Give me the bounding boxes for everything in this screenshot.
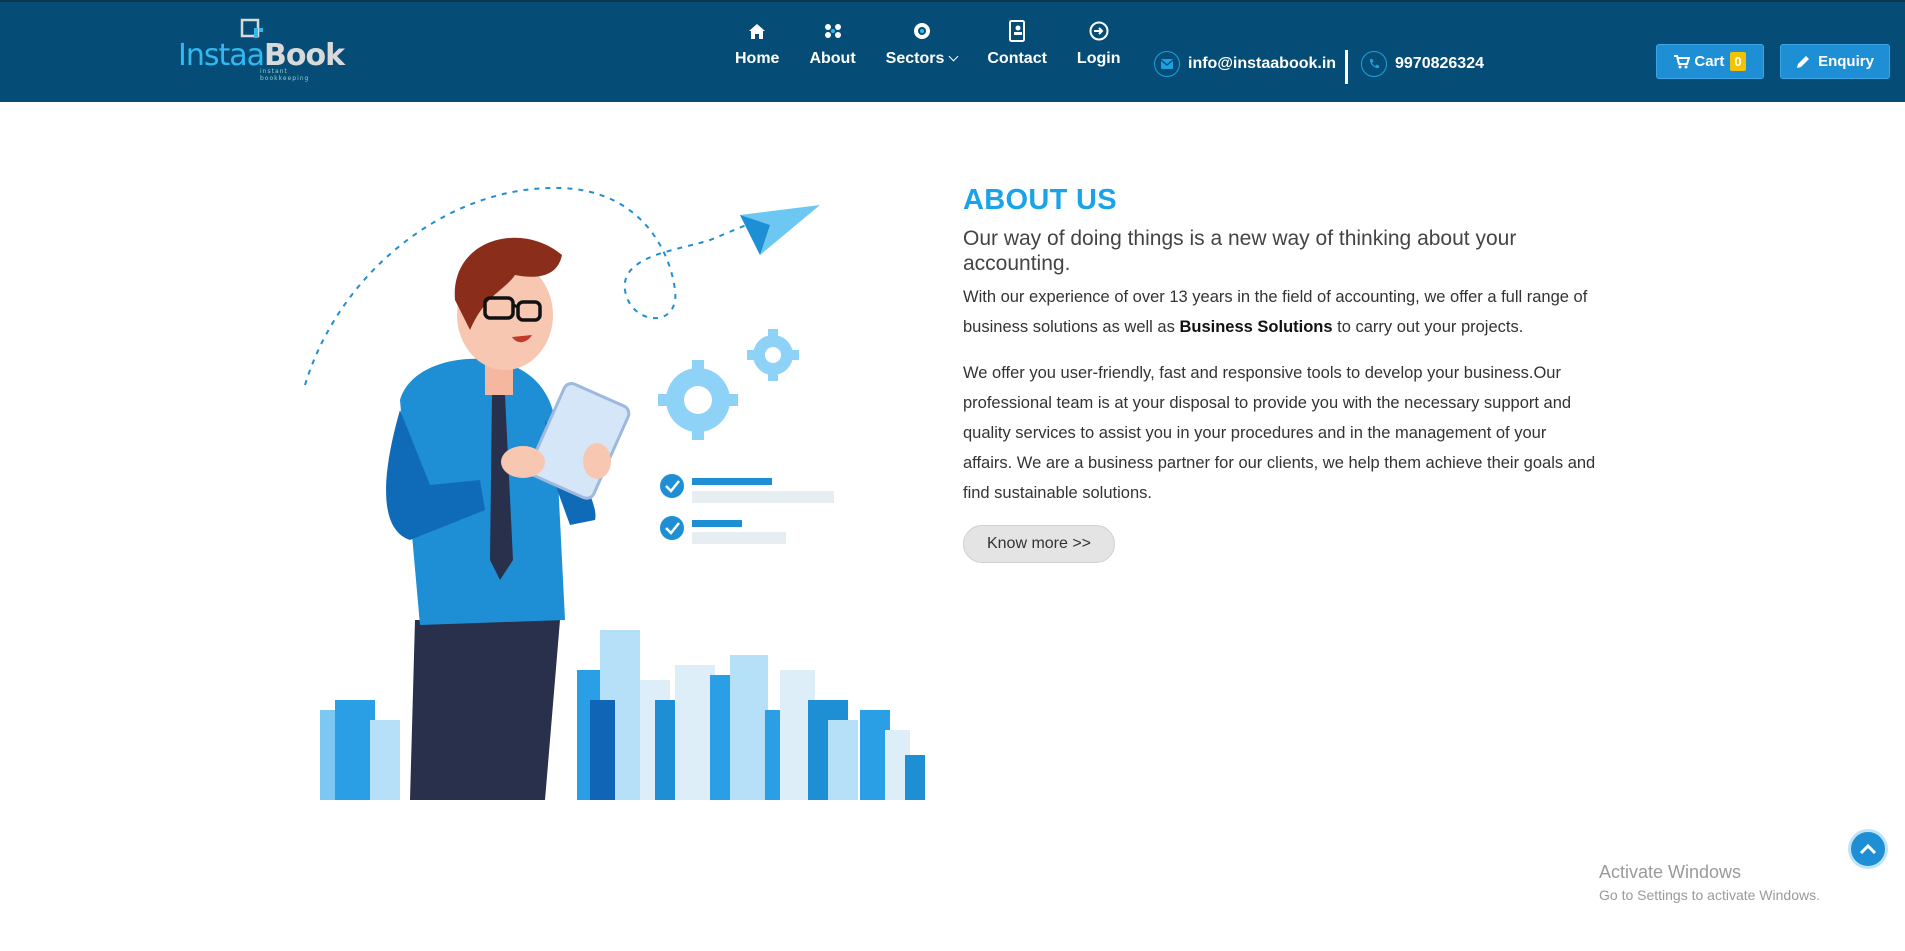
small-gear-icon xyxy=(747,329,799,381)
nav-login-label: Login xyxy=(1076,50,1121,67)
nav-sectors-label: Sectors xyxy=(885,50,945,67)
nav-contact[interactable]: Contact xyxy=(987,20,1047,68)
logo-tagline: instant bookkeeping xyxy=(260,68,310,82)
nav-sectors-label-wrap: Sectors xyxy=(885,50,959,68)
chevron-up-icon xyxy=(1859,843,1877,855)
about-illustration xyxy=(304,186,925,800)
about-paragraph-2: We offer you user-friendly, fast and res… xyxy=(963,364,1596,502)
site-header: InstaaBook instant bookkeeping Home Abou… xyxy=(0,0,1905,102)
email-text: info@instaabook.in xyxy=(1188,55,1337,72)
watermark-title: Activate Windows xyxy=(1599,862,1742,882)
login-icon xyxy=(1088,20,1110,42)
site-logo[interactable]: InstaaBook instant bookkeeping xyxy=(178,18,345,82)
people-icon xyxy=(822,20,844,42)
home-icon xyxy=(746,20,768,42)
about-title: ABOUT US xyxy=(963,184,1117,216)
about-subtitle: Our way of doing things is a new way of … xyxy=(963,227,1517,275)
nav-home[interactable]: Home xyxy=(735,20,779,68)
sectors-icon xyxy=(911,20,933,42)
phone-icon xyxy=(1361,51,1387,77)
nav-sectors[interactable]: Sectors xyxy=(885,20,959,68)
envelope-icon xyxy=(1154,51,1180,77)
nav-login[interactable]: Login xyxy=(1076,20,1121,68)
phone-contact[interactable]: 9970826324 xyxy=(1361,51,1484,77)
cart-count-badge: 0 xyxy=(1730,52,1746,71)
email-contact[interactable]: info@instaabook.in xyxy=(1154,51,1336,77)
enquiry-button[interactable]: Enquiry xyxy=(1780,44,1890,79)
cart-label: Cart xyxy=(1694,53,1725,70)
nav-about-label: About xyxy=(809,50,856,67)
contact-book-icon xyxy=(1006,20,1028,42)
contact-divider xyxy=(1345,50,1348,84)
cart-icon xyxy=(1674,54,1691,68)
know-more-button[interactable]: Know more >> xyxy=(963,525,1115,563)
main-nav: Home About Sectors Contact Login xyxy=(735,20,1150,68)
pencil-icon xyxy=(1797,55,1810,68)
windows-activation-watermark: Activate Windows Go to Settings to activ… xyxy=(1599,862,1820,903)
nav-home-label: Home xyxy=(735,50,780,67)
gear-icon xyxy=(658,360,738,440)
watermark-subtitle: Go to Settings to activate Windows. xyxy=(1599,887,1820,903)
phone-text: 9970826324 xyxy=(1395,55,1484,72)
para1-text-end: to carry out your projects. xyxy=(1332,318,1524,336)
para1-bold-text: Business Solutions xyxy=(1179,318,1333,336)
nav-about[interactable]: About xyxy=(809,20,856,68)
scroll-to-top-button[interactable] xyxy=(1848,829,1888,869)
about-paragraph-1: With our experience of over 13 years in … xyxy=(963,282,1599,342)
cart-button[interactable]: Cart 0 xyxy=(1656,44,1764,79)
logo-text-part1: Instaa xyxy=(178,38,265,73)
chevron-down-icon xyxy=(948,51,959,62)
nav-contact-label: Contact xyxy=(987,50,1047,67)
paper-plane-icon xyxy=(740,205,820,255)
enquiry-label: Enquiry xyxy=(1818,53,1874,70)
